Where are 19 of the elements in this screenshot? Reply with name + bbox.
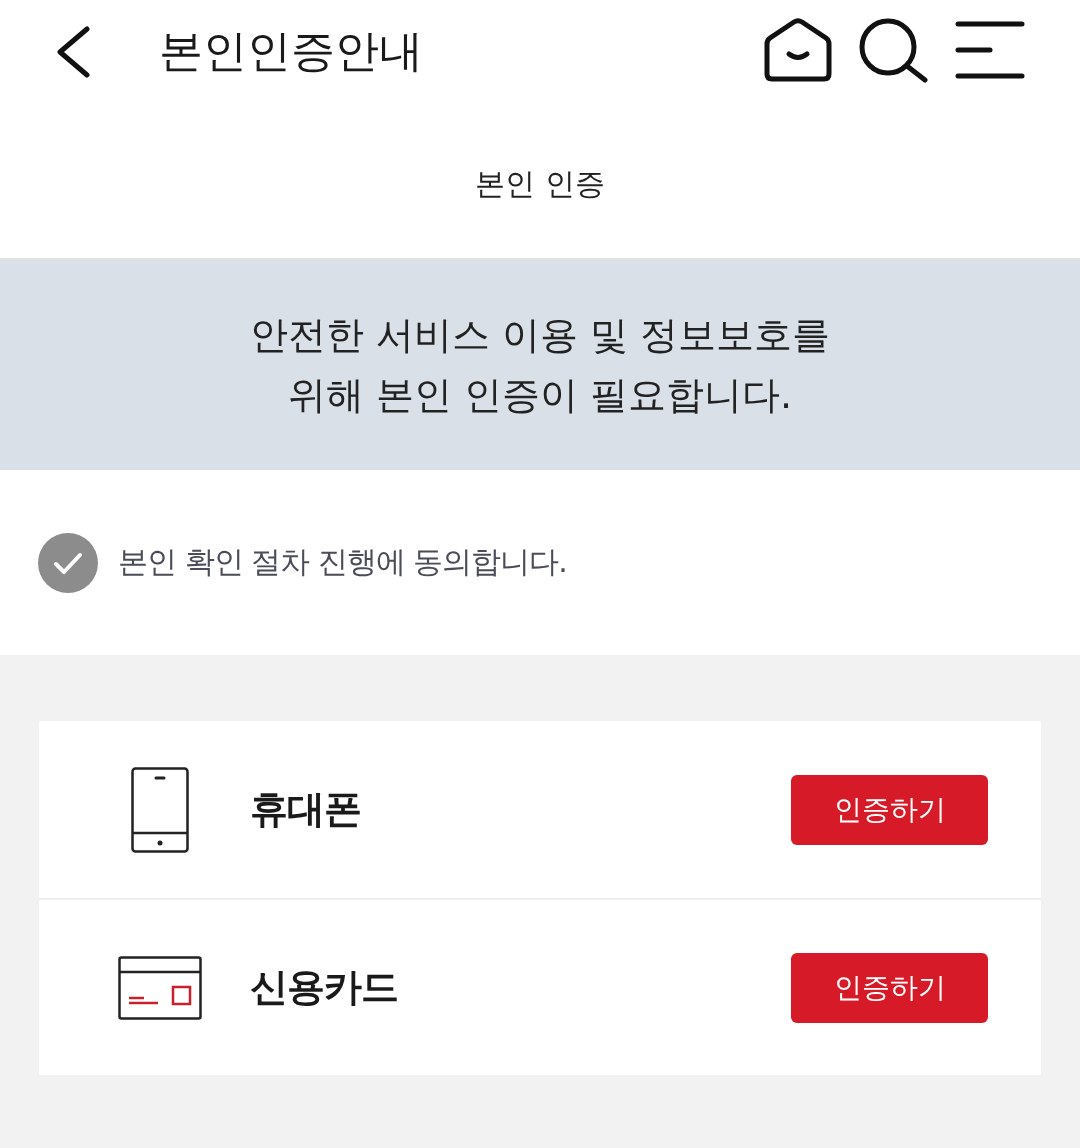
home-button[interactable] — [763, 18, 833, 82]
menu-button[interactable] — [955, 20, 1025, 80]
search-icon — [858, 17, 930, 83]
verify-button[interactable]: 인증하기 — [791, 952, 988, 1023]
notice-text: 안전한 서비스 이용 및 정보보호를 위해 본인 인증이 필요합니다. — [249, 312, 831, 419]
agree-label: 본인 확인 절차 진행에 동의합니다. — [118, 543, 567, 581]
menu-icon — [955, 20, 1025, 80]
verify-button[interactable]: 인증하기 — [791, 774, 988, 845]
home-icon — [763, 18, 833, 82]
method-label: 신용카드 — [250, 964, 399, 1011]
method-label: 휴대폰 — [250, 786, 362, 833]
agree-checkbox[interactable] — [38, 532, 98, 593]
back-icon — [55, 26, 91, 78]
card-icon — [118, 955, 202, 1020]
tablet-icon — [131, 766, 189, 853]
search-button[interactable] — [858, 17, 930, 83]
section-title: 본인 인증 — [475, 164, 605, 203]
page-title: 본인인증안내 — [159, 23, 424, 78]
back-button[interactable] — [55, 26, 91, 78]
